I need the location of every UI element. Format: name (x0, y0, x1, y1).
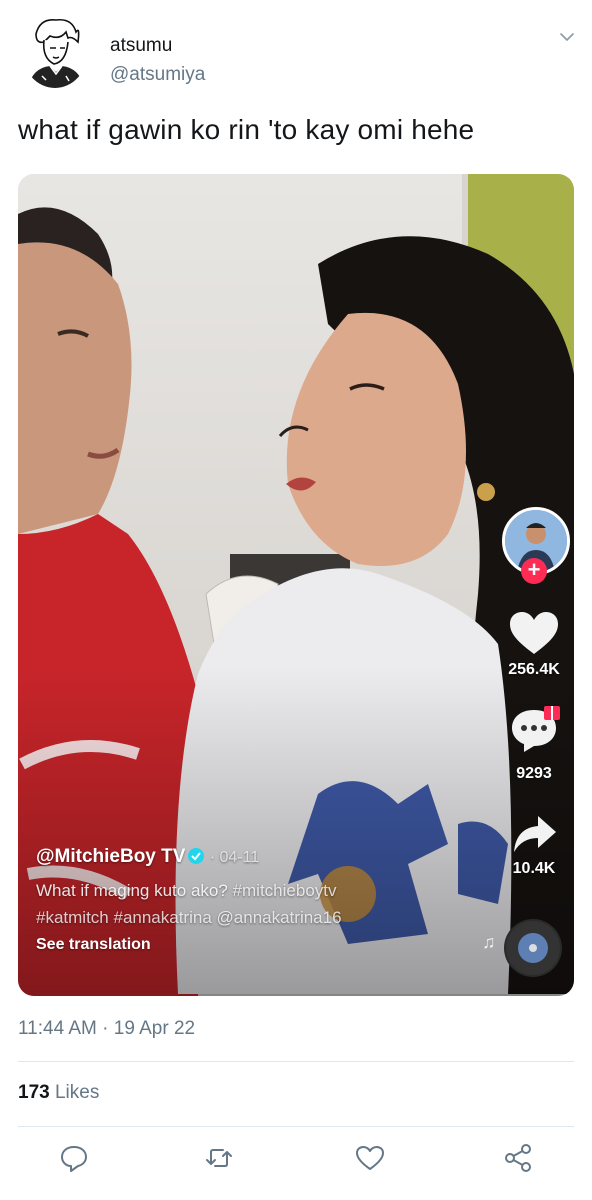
tweet-media-video[interactable]: + 256.4K 9293 10.4K ♫ @MitchieBoy TV · 0… (18, 174, 574, 996)
likes-summary[interactable]: 173 Likes (18, 1082, 99, 1104)
video-creator-name[interactable]: @MitchieBoy TV · 04-11 (36, 846, 259, 868)
share-count: 10.4K (512, 860, 556, 877)
heart-icon[interactable] (354, 1142, 386, 1174)
user-handle[interactable]: @atsumiya (110, 64, 205, 86)
retweet-icon[interactable] (203, 1142, 235, 1174)
video-caption: What if maging kuto ako? #mitchieboytv #… (36, 877, 476, 931)
divider (18, 1061, 574, 1062)
video-date: · 04-11 (209, 849, 260, 866)
hashtag[interactable]: #mitchieboytv (233, 881, 337, 900)
display-name[interactable]: atsumu (110, 35, 172, 57)
avatar[interactable] (22, 14, 88, 88)
tiktok-share-icon[interactable] (508, 810, 560, 858)
likes-label: Likes (54, 1082, 100, 1103)
verified-badge-icon (188, 848, 205, 864)
see-translation-link[interactable]: See translation (36, 936, 151, 954)
comment-count: 9293 (516, 765, 552, 782)
tiktok-heart-icon[interactable] (508, 610, 560, 658)
hashtag[interactable]: #katmitch (36, 908, 109, 927)
caption-text: What if maging kuto ako? (36, 881, 228, 900)
music-note-icon: ♫ (482, 932, 496, 952)
tweet-text: what if gawin ko rin 'to kay omi hehe (18, 114, 475, 145)
reply-icon[interactable] (58, 1142, 90, 1174)
like-count: 256.4K (508, 661, 560, 678)
chevron-down-icon[interactable] (558, 28, 576, 46)
divider (18, 1126, 574, 1127)
tweet-timestamp[interactable]: 11:44 AM · 19 Apr 22 (18, 1018, 195, 1040)
hashtag[interactable]: #annakatrina (113, 908, 211, 927)
likes-count: 173 (18, 1082, 50, 1103)
mention[interactable]: @annakatrina16 (217, 908, 342, 927)
comment-icon[interactable] (508, 706, 560, 754)
tweet-header: atsumu @atsumiya (18, 14, 578, 94)
creator-username[interactable]: @MitchieBoy TV (36, 846, 185, 867)
music-disc-icon[interactable] (504, 919, 562, 977)
share-icon[interactable] (502, 1142, 534, 1174)
follow-button[interactable]: + (521, 558, 547, 584)
